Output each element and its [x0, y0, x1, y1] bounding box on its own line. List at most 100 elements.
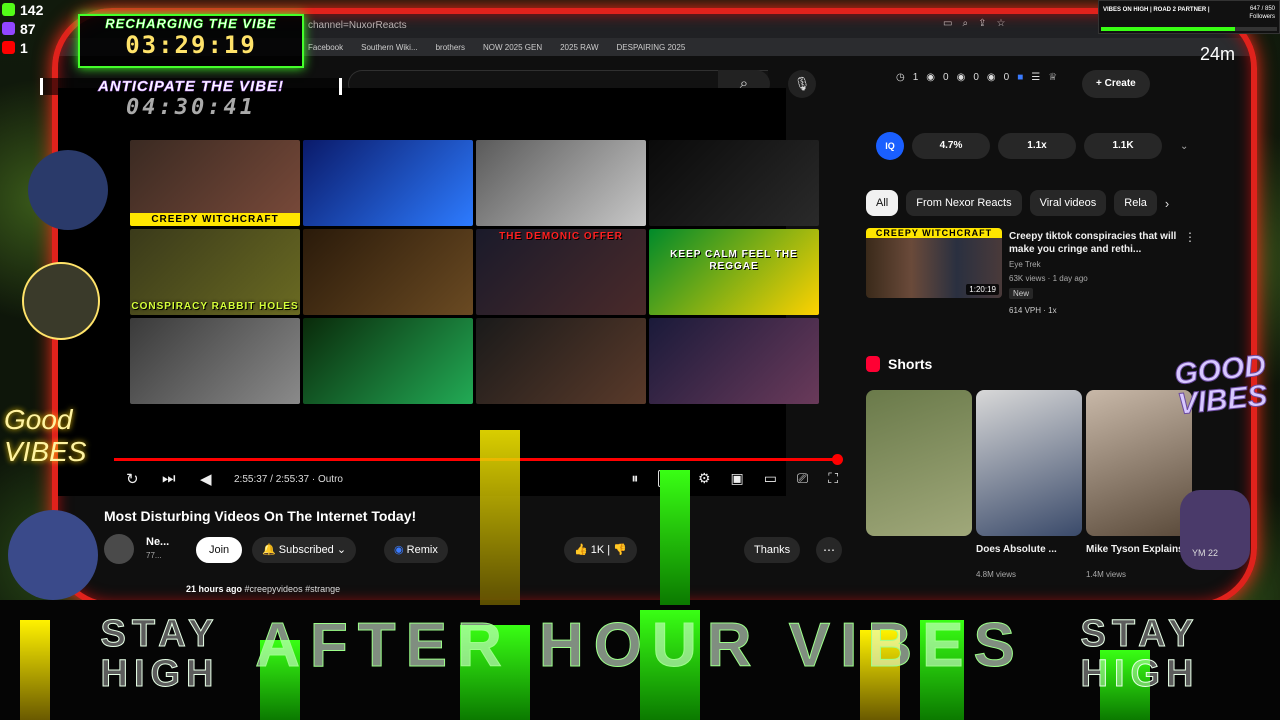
new-badge: New [1009, 288, 1034, 299]
short-title[interactable]: Does Absolute ... [976, 543, 1057, 556]
scrubber-handle[interactable] [832, 454, 843, 465]
chip-viral[interactable]: Viral videos [1029, 190, 1107, 216]
thumbnail-collage: CREEPY WITCHCRAFT CONSPIRACY RABBIT HOLES… [130, 140, 820, 405]
shorts-header: Shorts [866, 356, 932, 372]
volume-icon[interactable]: ◀ [200, 470, 212, 488]
rec-channel[interactable]: Eye Trek [1009, 260, 1041, 269]
video-owner-row: Ne... 77... Join 🔔 Subscribed ⌄ ◉ Remix … [104, 534, 844, 566]
rec-meta: 63K views · 1 day ago [1009, 274, 1088, 283]
collage-tile [649, 318, 819, 404]
vph-stat: 614 VPH · 1x [1009, 306, 1057, 315]
collage-tile: KEEP CALM FEEL THE REGGAE [649, 229, 819, 315]
like-button[interactable]: 👍 1K | 👎 [564, 537, 637, 563]
elapsed-badge: 24m [1200, 44, 1236, 64]
tile-caption: THE DEMONIC OFFER [499, 231, 623, 242]
shorts-icon [866, 356, 880, 372]
next-icon[interactable]: ⏭ [162, 470, 176, 487]
channel-avatar[interactable] [104, 534, 134, 564]
replay-icon[interactable]: ↻ [126, 470, 139, 488]
rec-duration: 1:20:19 [966, 284, 999, 295]
follower-goal: VIBES ON HIGH | ROAD 2 PARTNER | 647 / 8… [1098, 0, 1280, 34]
remix-button[interactable]: ◉ Remix [384, 537, 448, 563]
recharge-timer: RECHARGING THE VIBE 03:29:19 [78, 14, 304, 68]
description-preview[interactable]: 21 hours ago #creepyvideos #strange [186, 584, 340, 594]
more-actions-button[interactable]: ⋯ [816, 537, 842, 563]
progress-bar[interactable] [114, 454, 843, 465]
chevron-right-icon[interactable]: › [1165, 196, 1169, 211]
cast-icon[interactable]: ⎚ [797, 470, 808, 487]
recharge-time: 03:29:19 [125, 31, 257, 59]
video-player[interactable]: CREEPY WITCHCRAFT CONSPIRACY RABBIT HOLES… [58, 88, 843, 496]
chevron-down-icon: ⌄ [333, 544, 347, 556]
rec-thumbnail[interactable]: CREEPY WITCHCRAFT 1:20:19 [866, 228, 1002, 298]
collage-tile [303, 140, 473, 226]
short-views: 4.8M views [976, 570, 1017, 579]
join-button[interactable]: Join [196, 537, 243, 563]
collage-tile: CONSPIRACY RABBIT HOLES [130, 229, 300, 315]
good-vibes-sticker: GOOD VIBES [1172, 348, 1270, 422]
short-thumbnail[interactable] [976, 390, 1082, 536]
chip-all[interactable]: All [866, 190, 899, 216]
cloud-cat-sticker [8, 510, 98, 600]
anticipate-time: 04:30:41 [126, 95, 256, 120]
shorts-shelf [866, 390, 1192, 536]
collage-tile [130, 318, 300, 404]
stay-high-right: STAY HIGH [1080, 613, 1200, 695]
thumbs-up-icon: 👍 [574, 544, 591, 556]
miniplayer-icon[interactable]: ▣ [731, 470, 744, 487]
good-vibes-neon: Good VIBES [4, 404, 87, 467]
collage-tile: CREEPY WITCHCRAFT [130, 140, 300, 226]
youtube-counter: 1 [0, 38, 60, 57]
twitch-icon [2, 22, 15, 35]
metric-pill: 4.7% [912, 133, 990, 159]
goal-progress-bar [1101, 27, 1277, 31]
chevron-down-icon[interactable]: ⌄ [1180, 141, 1188, 152]
thanks-button[interactable]: Thanks [744, 537, 801, 563]
related-filter-chips: All From Nexor Reacts Viral videos Rela … [866, 190, 1169, 216]
short-thumbnail[interactable] [1086, 390, 1192, 536]
channel-name[interactable]: Ne... [146, 536, 169, 548]
collage-tile [476, 140, 646, 226]
moon-cat-sticker [28, 150, 108, 230]
kebab-menu-icon[interactable]: ⋮ [1184, 230, 1196, 244]
collage-tile [303, 229, 473, 315]
bell-icon: 🔔 [262, 544, 279, 556]
metric-pill: 1.1K [1084, 133, 1162, 159]
theater-mode-icon[interactable]: ▭ [764, 470, 777, 487]
recommended-video[interactable]: CREEPY WITCHCRAFT 1:20:19 Creepy tiktok … [866, 228, 1196, 320]
night-cat-sticker: YM 22 [1180, 490, 1250, 570]
rec-title[interactable]: Creepy tiktok conspiracies that will mak… [1009, 230, 1179, 256]
extension-metrics: IQ 4.7% 1.1x 1.1K ⌄ [876, 132, 1188, 160]
chip-related[interactable]: Rela [1114, 190, 1157, 216]
tile-caption: CREEPY WITCHCRAFT [130, 213, 300, 226]
subscriber-count: 77... [146, 551, 162, 560]
subscribed-button[interactable]: 🔔 Subscribed ⌄ [252, 537, 357, 563]
platform-counters: 142 87 1 [0, 0, 60, 64]
metric-pill: 1.1x [998, 133, 1076, 159]
autoplay-toggle[interactable]: ⏸ [631, 470, 638, 487]
short-thumbnail[interactable] [866, 390, 972, 536]
kick-counter: 142 [0, 0, 60, 19]
skyscraper-spire [480, 430, 520, 605]
settings-gear-icon[interactable]: ⚙ [698, 470, 711, 487]
collage-tile [476, 318, 646, 404]
chip-from-channel[interactable]: From Nexor Reacts [906, 190, 1022, 216]
remix-icon: ◉ [394, 544, 407, 556]
tile-caption: KEEP CALM FEEL THE REGGAE [670, 249, 798, 272]
short-views: 1.4M views [1086, 570, 1127, 579]
time-display: 2:55:37 / 2:55:37 · Outro [234, 474, 343, 485]
collage-tile: THE DEMONIC OFFER [476, 229, 646, 315]
stay-high-left: STAY HIGH [100, 613, 220, 695]
twitch-counter: 87 [0, 19, 60, 38]
progress-fill [114, 454, 843, 465]
youtube-icon [2, 41, 15, 54]
kick-icon [2, 3, 15, 16]
video-title: Most Disturbing Videos On The Internet T… [104, 508, 417, 524]
tile-caption: CONSPIRACY RABBIT HOLES [131, 301, 299, 312]
anticipate-timer: ANTICIPATE THE VIBE! 04:30:41 [40, 78, 342, 120]
iq-badge[interactable]: IQ [876, 132, 904, 160]
skyscraper-spire [660, 470, 690, 605]
collage-tile [303, 318, 473, 404]
player-controls: ↻ ⏭ ◀ 2:55:37 / 2:55:37 · Outro ⏸ CC ⚙ ▣… [118, 468, 838, 494]
fullscreen-icon[interactable]: ⛶ [828, 470, 838, 487]
